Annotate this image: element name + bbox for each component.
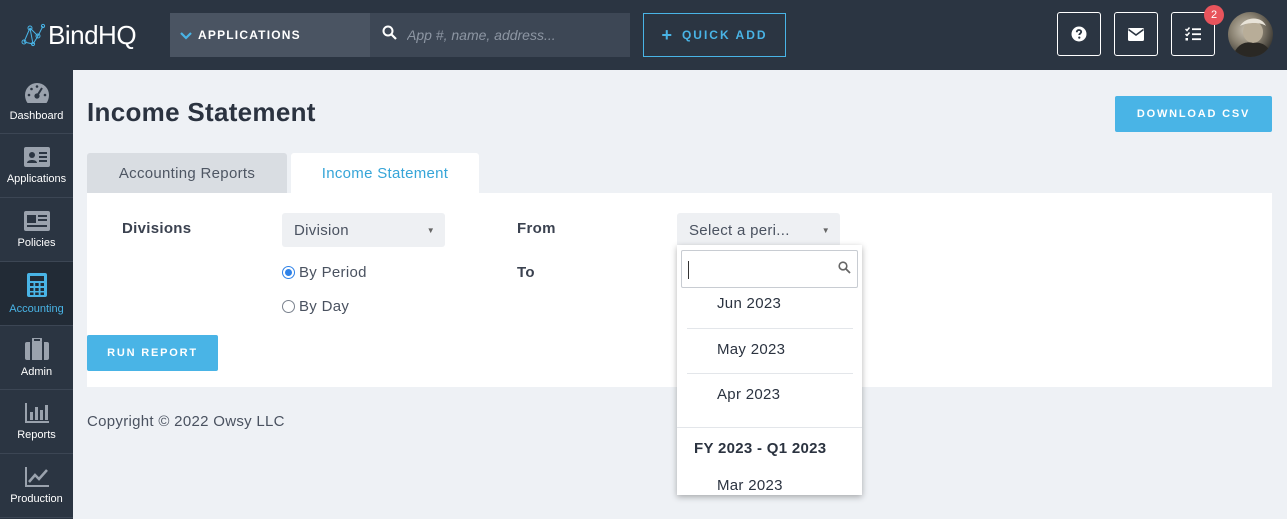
chevron-down-icon	[180, 28, 192, 43]
id-card-icon	[23, 146, 50, 167]
quick-add-label: QUICK ADD	[681, 28, 768, 42]
by-period-label: By Period	[299, 264, 367, 281]
policy-card-icon	[23, 210, 50, 231]
divisions-label: Divisions	[122, 220, 192, 237]
applications-dropdown[interactable]: APPLICATIONS	[170, 13, 370, 57]
period-search-input[interactable]	[681, 250, 858, 288]
sidebar-item-label: Accounting	[9, 302, 64, 315]
applications-label: APPLICATIONS	[198, 28, 301, 42]
search-icon	[838, 261, 851, 279]
bar-chart-icon	[24, 402, 49, 423]
by-period-radio-option[interactable]: By Period	[282, 264, 367, 281]
tab-accounting-reports[interactable]: Accounting Reports	[87, 153, 287, 193]
task-list-icon	[1185, 27, 1201, 41]
gauge-icon	[24, 82, 49, 103]
tasks-badge: 2	[1204, 5, 1224, 25]
period-option-mar-2023[interactable]: Mar 2023	[687, 477, 853, 494]
help-button[interactable]	[1057, 12, 1101, 56]
user-avatar[interactable]	[1228, 12, 1273, 57]
messages-button[interactable]	[1114, 12, 1158, 56]
download-csv-button[interactable]: DOWNLOAD CSV	[1115, 96, 1272, 132]
briefcase-icon	[24, 337, 49, 360]
group-divider	[677, 427, 862, 428]
by-day-radio[interactable]	[282, 300, 295, 313]
from-period-select-value: Select a peri...	[689, 221, 790, 239]
by-day-label: By Day	[299, 298, 350, 315]
bindhq-logo[interactable]: BindHQ	[20, 18, 137, 52]
logo-text: BindHQ	[48, 19, 137, 50]
tab-income-statement[interactable]: Income Statement	[291, 153, 479, 193]
plus-icon: +	[661, 24, 674, 45]
sidebar-item-accounting[interactable]: Accounting	[0, 262, 73, 326]
sidebar-item-label: Reports	[17, 428, 56, 441]
calculator-icon	[26, 272, 47, 297]
to-label: To	[517, 264, 535, 281]
period-group-fy2023-q1: FY 2023 - Q1 2023	[694, 440, 827, 457]
caret-down-icon: ▼	[426, 226, 435, 235]
option-divider	[687, 373, 853, 374]
period-option-jun-2023[interactable]: Jun 2023	[687, 295, 853, 312]
sidebar-item-applications[interactable]: Applications	[0, 134, 73, 198]
sidebar-item-label: Dashboard	[9, 109, 64, 122]
line-chart-icon	[24, 466, 49, 487]
sidebar-item-label: Policies	[17, 236, 56, 249]
tasks-button[interactable]: 2	[1171, 5, 1224, 56]
text-cursor	[688, 261, 689, 279]
sidebar-item-label: Applications	[6, 172, 67, 185]
run-report-button[interactable]: RUN REPORT	[87, 335, 218, 371]
period-option-apr-2023[interactable]: Apr 2023	[687, 386, 853, 403]
option-divider	[687, 328, 853, 329]
sidebar: Dashboard Applications Policies Accounti…	[0, 70, 73, 519]
sidebar-item-label: Admin	[20, 365, 53, 378]
sidebar-item-label: Production	[10, 492, 63, 505]
logo-mark-icon	[21, 23, 46, 47]
period-option-may-2023[interactable]: May 2023	[687, 341, 853, 358]
by-period-radio[interactable]	[282, 266, 295, 279]
search-input[interactable]	[407, 27, 617, 43]
from-period-select[interactable]: Select a peri... ▼	[677, 213, 840, 247]
period-dropdown-menu: Jun 2023 May 2023 Apr 2023 FY 2023 - Q1 …	[677, 245, 862, 495]
sidebar-item-production[interactable]: Production	[0, 454, 73, 518]
avatar-photo-icon	[1233, 18, 1272, 57]
sidebar-item-reports[interactable]: Reports	[0, 390, 73, 454]
page-title: Income Statement	[87, 97, 316, 127]
caret-down-icon: ▼	[821, 226, 830, 235]
sidebar-item-policies[interactable]: Policies	[0, 198, 73, 262]
sidebar-item-dashboard[interactable]: Dashboard	[0, 70, 73, 134]
envelope-icon	[1128, 27, 1144, 41]
division-select-value: Division	[294, 221, 349, 239]
division-select[interactable]: Division ▼	[282, 213, 445, 247]
by-day-radio-option[interactable]: By Day	[282, 298, 349, 315]
copyright-text: Copyright © 2022 Owsy LLC	[87, 413, 285, 430]
search-icon	[382, 25, 397, 45]
top-navbar: BindHQ APPLICATIONS + QUICK ADD	[0, 0, 1287, 70]
question-circle-icon	[1071, 26, 1087, 42]
from-label: From	[517, 220, 556, 237]
sidebar-item-admin[interactable]: Admin	[0, 326, 73, 390]
global-search	[370, 13, 630, 57]
quick-add-button[interactable]: + QUICK ADD	[643, 13, 786, 57]
